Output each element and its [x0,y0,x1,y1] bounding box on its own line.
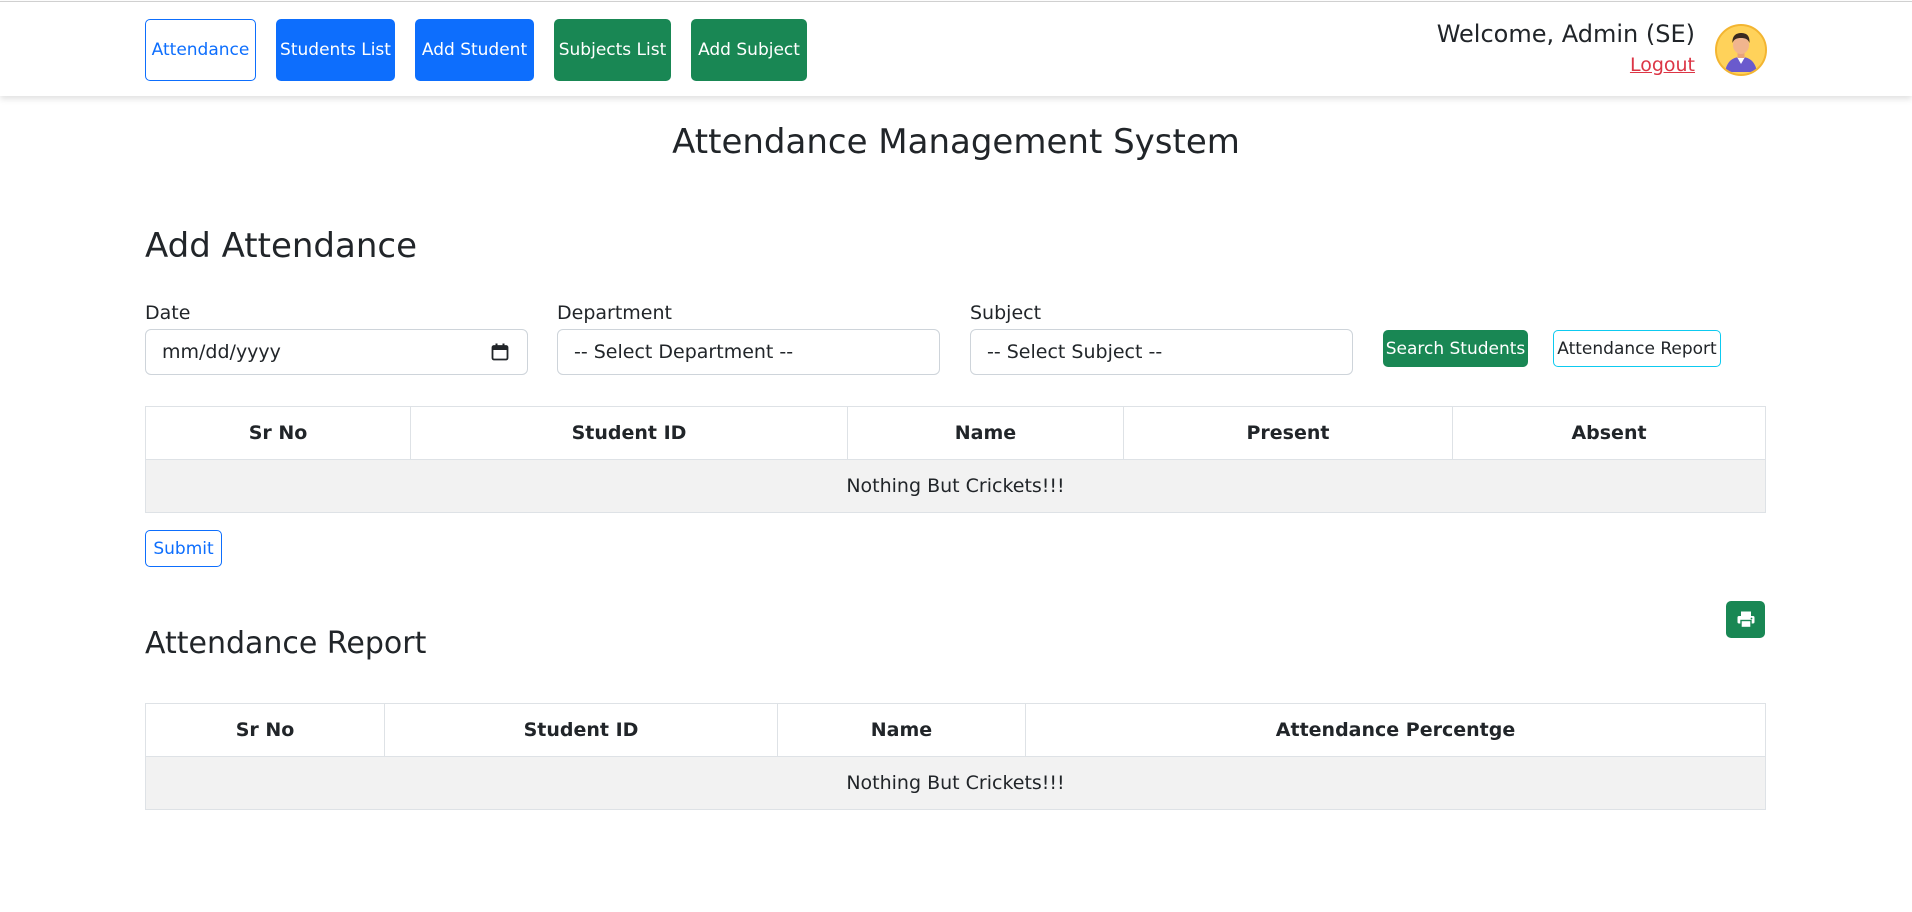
page-title: Attendance Management System [672,122,1240,162]
students-list-button[interactable]: Students List [276,19,395,81]
column-header: Name [847,406,1124,460]
empty-message: Nothing But Crickets!!! [145,756,1766,810]
department-select[interactable]: -- Select Department -- [557,329,940,375]
submit-button[interactable]: Submit [145,530,222,567]
table-header-row: Sr No Student ID Name Present Absent [145,406,1766,460]
column-header: Absent [1452,406,1766,460]
table-row: Nothing But Crickets!!! [145,459,1766,513]
subjects-list-button[interactable]: Subjects List [554,19,671,81]
attendance-report-title: Attendance Report [145,626,427,661]
column-header: Sr No [145,703,385,757]
attendance-report-button[interactable]: Attendance Report [1553,330,1721,367]
column-header: Present [1123,406,1453,460]
attendance-report-table: Sr No Student ID Name Attendance Percent… [145,703,1766,810]
attendance-table: Sr No Student ID Name Present Absent Not… [145,406,1766,513]
table-header-row: Sr No Student ID Name Attendance Percent… [145,703,1766,757]
subject-select[interactable]: -- Select Subject -- [970,329,1353,375]
table-row: Nothing But Crickets!!! [145,756,1766,810]
date-input[interactable]: mm/dd/yyyy [145,329,528,375]
date-label: Date [145,302,191,324]
welcome-text: Welcome, Admin (SE) [1436,20,1695,48]
print-button[interactable] [1726,601,1765,638]
date-value: mm/dd/yyyy [162,341,281,363]
top-navbar: Attendance Students List Add Student Sub… [0,1,1912,96]
attendance-button[interactable]: Attendance [145,19,256,81]
column-header: Student ID [384,703,778,757]
column-header: Name [777,703,1026,757]
user-avatar-icon [1717,26,1765,74]
empty-message: Nothing But Crickets!!! [145,459,1766,513]
column-header: Attendance Percentge [1025,703,1766,757]
column-header: Sr No [145,406,411,460]
search-students-button[interactable]: Search Students [1383,330,1528,367]
add-student-button[interactable]: Add Student [415,19,534,81]
calendar-icon[interactable] [491,343,509,366]
avatar[interactable] [1715,24,1767,76]
column-header: Student ID [410,406,848,460]
print-icon [1737,611,1754,628]
department-label: Department [557,302,672,324]
add-attendance-title: Add Attendance [145,226,417,266]
add-subject-button[interactable]: Add Subject [691,19,807,81]
logout-link[interactable]: Logout [1630,54,1695,76]
subject-label: Subject [970,302,1042,324]
